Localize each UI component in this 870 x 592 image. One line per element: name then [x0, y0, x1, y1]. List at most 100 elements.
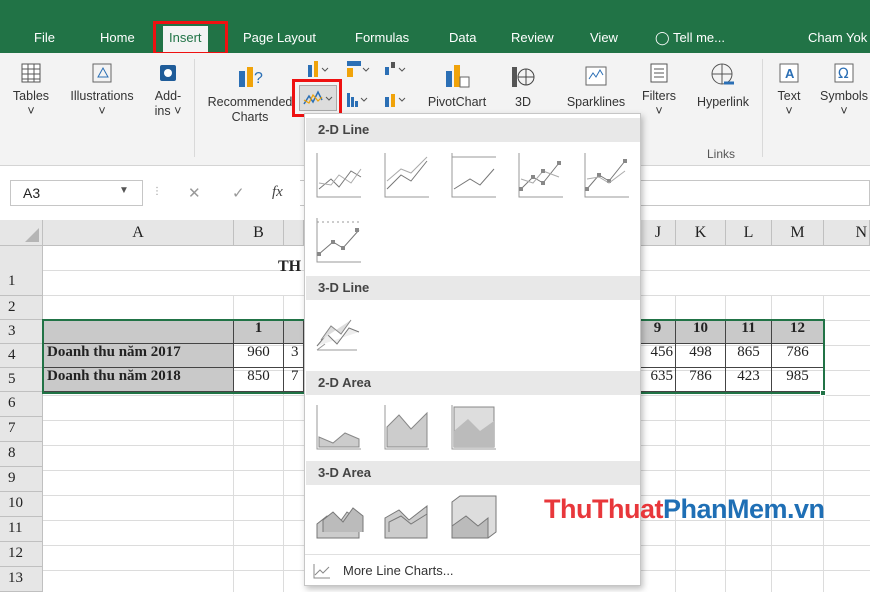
- row-header-7[interactable]: 7: [0, 417, 43, 442]
- text-box-icon: A: [779, 63, 799, 83]
- 100-stacked-area-chart-icon[interactable]: [448, 401, 500, 453]
- name-box[interactable]: A3 ▼: [10, 180, 143, 206]
- section-3d-line: 3-D Line: [306, 276, 640, 300]
- cell-b3[interactable]: 1: [234, 320, 284, 344]
- tab-review[interactable]: Review: [511, 30, 554, 45]
- tab-home[interactable]: Home: [100, 30, 135, 45]
- row-header-5[interactable]: 5: [0, 368, 43, 392]
- line-with-markers-icon[interactable]: [515, 149, 567, 201]
- chevron-down-icon: ˅: [174, 104, 182, 118]
- cell-m5[interactable]: 985: [772, 368, 824, 392]
- cell-l4[interactable]: 865: [726, 344, 772, 368]
- 3d-stacked-area-chart-icon[interactable]: [381, 492, 433, 544]
- lightbulb-icon: ◯: [655, 30, 670, 45]
- hierarchy-chart-icon[interactable]: [345, 59, 373, 80]
- cell-m3[interactable]: 12: [772, 320, 824, 344]
- 3d-map-button[interactable]: 3D: [498, 61, 548, 110]
- more-line-charts-link[interactable]: More Line Charts...: [305, 554, 640, 586]
- column-header-l[interactable]: L: [726, 220, 772, 246]
- waterfall-chart-icon[interactable]: [383, 59, 411, 80]
- cell-k4[interactable]: 498: [676, 344, 726, 368]
- cell-c5[interactable]: 7: [284, 368, 304, 392]
- 3d-line-chart-icon[interactable]: [313, 306, 365, 358]
- user-name[interactable]: Cham Yok: [808, 30, 867, 45]
- tab-page-layout[interactable]: Page Layout: [243, 30, 316, 45]
- filters-button[interactable]: Filters ˅: [636, 61, 682, 119]
- insert-function-icon[interactable]: fx: [272, 184, 283, 201]
- cell-j5[interactable]: 635: [640, 368, 676, 392]
- tab-file[interactable]: File: [34, 30, 55, 45]
- column-header-k[interactable]: K: [676, 220, 726, 246]
- recommended-charts-button[interactable]: ? Recommended Charts: [200, 61, 300, 125]
- 100-stacked-line-chart-icon[interactable]: [448, 149, 500, 201]
- select-all-corner[interactable]: [0, 220, 43, 246]
- sparklines-button[interactable]: Sparklines: [560, 61, 632, 110]
- row-header-12[interactable]: 12: [0, 542, 43, 567]
- cell-k5[interactable]: 786: [676, 368, 726, 392]
- hyperlink-button[interactable]: Hyperlink: [688, 61, 758, 110]
- cancel-icon[interactable]: ✕: [188, 184, 201, 202]
- 100-stacked-line-markers-icon[interactable]: [313, 214, 365, 266]
- pivotchart-button[interactable]: PivotChart: [423, 61, 491, 110]
- column-header-m[interactable]: M: [772, 220, 824, 246]
- row-header-1[interactable]: 1: [0, 246, 43, 296]
- column-chart-icon[interactable]: [306, 59, 334, 80]
- tab-view[interactable]: View: [590, 30, 618, 45]
- cell-m4[interactable]: 786: [772, 344, 824, 368]
- cell-j3[interactable]: 9: [640, 320, 676, 344]
- stacked-line-markers-icon[interactable]: [581, 149, 633, 201]
- row-header-3[interactable]: 3: [0, 320, 43, 344]
- cell-b4[interactable]: 960: [234, 344, 284, 368]
- cell-l3[interactable]: 11: [726, 320, 772, 344]
- shapes-icon: [92, 63, 112, 83]
- cell-c3[interactable]: [284, 320, 304, 344]
- column-header-b[interactable]: B: [234, 220, 284, 246]
- statistic-chart-icon[interactable]: [345, 89, 373, 110]
- area-chart-icon[interactable]: [313, 401, 365, 453]
- row-header-10[interactable]: 10: [0, 492, 43, 517]
- 3d-100-stacked-area-chart-icon[interactable]: [448, 492, 500, 544]
- combo-chart-icon[interactable]: [383, 89, 411, 110]
- tab-data[interactable]: Data: [449, 30, 476, 45]
- pivotchart-label: PivotChart: [427, 95, 487, 109]
- fill-handle[interactable]: [820, 390, 826, 396]
- text-button[interactable]: A Text ˅: [768, 61, 810, 119]
- stacked-area-chart-icon[interactable]: [381, 401, 433, 453]
- tell-me-box[interactable]: ◯ Tell me...: [655, 30, 725, 46]
- tell-me-label: Tell me...: [672, 30, 725, 45]
- cell-j4[interactable]: 456: [640, 344, 676, 368]
- cell-a3[interactable]: [43, 320, 234, 344]
- line-chart-button[interactable]: [299, 85, 337, 111]
- cell-l5[interactable]: 423: [726, 368, 772, 392]
- section-2d-line: 2-D Line: [306, 118, 640, 142]
- row-header-2[interactable]: 2: [0, 296, 43, 320]
- stacked-line-chart-icon[interactable]: [381, 149, 433, 201]
- tab-formulas[interactable]: Formulas: [355, 30, 409, 45]
- column-header-c[interactable]: [284, 220, 304, 246]
- cell-k3[interactable]: 10: [676, 320, 726, 344]
- column-header-a[interactable]: A: [43, 220, 234, 246]
- row-header-4[interactable]: 4: [0, 344, 43, 368]
- row-header-13[interactable]: 13: [0, 567, 43, 592]
- column-header-j[interactable]: J: [640, 220, 676, 246]
- cell-a5[interactable]: Doanh thu năm 2018: [43, 368, 234, 392]
- row-header-8[interactable]: 8: [0, 442, 43, 467]
- tab-insert[interactable]: Insert: [163, 26, 208, 53]
- column-header-n[interactable]: N: [824, 220, 870, 246]
- tables-button[interactable]: Tables ˅: [8, 61, 54, 119]
- add-ins-button[interactable]: Add-ins ˅: [148, 61, 188, 119]
- row-header-6[interactable]: 6: [0, 392, 43, 417]
- enter-check-icon[interactable]: ✓: [232, 184, 245, 202]
- line-chart-icon[interactable]: [313, 149, 365, 201]
- grip-dots-icon: ⋮: [152, 186, 162, 197]
- illustrations-button[interactable]: Illustrations ˅: [62, 61, 142, 119]
- cell-a4[interactable]: Doanh thu năm 2017: [43, 344, 234, 368]
- row-header-11[interactable]: 11: [0, 517, 43, 542]
- row-header-9[interactable]: 9: [0, 467, 43, 492]
- symbols-button[interactable]: Ω Symbols ˅: [816, 61, 870, 119]
- line-chart-small-icon: [313, 564, 330, 579]
- cell-c4[interactable]: 3: [284, 344, 304, 368]
- cell-b5[interactable]: 850: [234, 368, 284, 392]
- divider: [762, 59, 763, 157]
- 3d-area-chart-icon[interactable]: [313, 492, 365, 544]
